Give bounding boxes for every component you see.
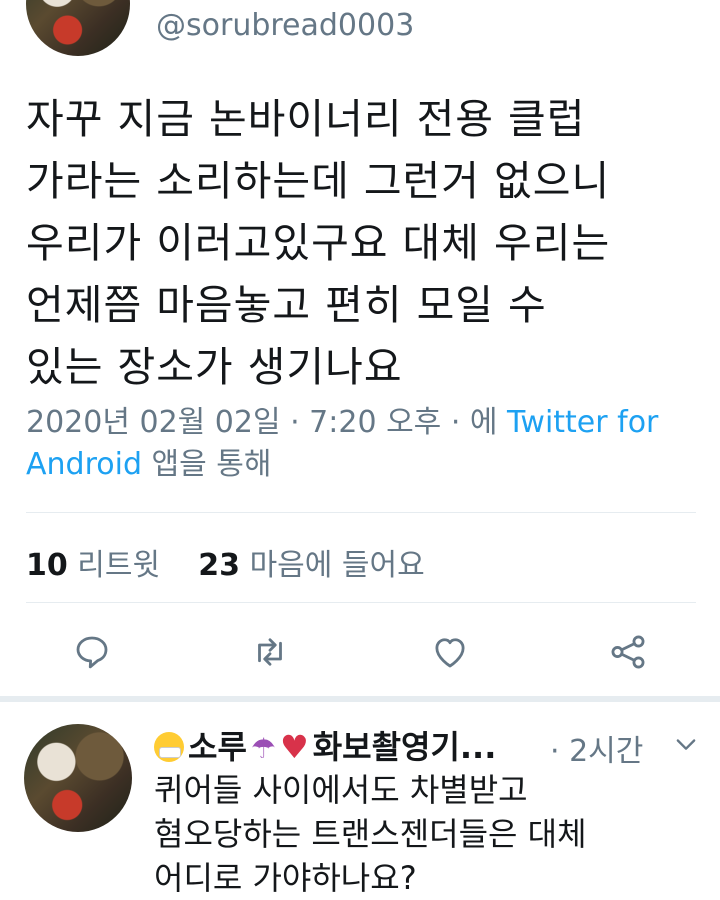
like-stat[interactable]: 23 마음에 들어요 [198,548,424,583]
sparkling-heart-emoji-icon: ♥ [280,728,309,766]
like-count: 23 [198,548,241,583]
author-avatar[interactable] [26,0,130,56]
author-handle[interactable]: @sorubread0003 [156,8,414,43]
reply-text: 퀴어들 사이에서도 차별받고 혐오당하는 트랜스젠더들은 대체 어디로 가야하나… [154,771,587,897]
reply-button[interactable] [68,628,116,676]
reply-name-main: 소루 [188,728,247,766]
retweet-icon [258,638,282,666]
divider [26,512,696,513]
reply-icon [76,636,108,669]
client-suffix: 앱을 통해 [151,447,272,482]
retweet-label: 리트윗 [77,548,161,583]
mask-face-emoji-icon [154,732,184,762]
section-separator [0,696,720,702]
like-label: 마음에 들어요 [249,548,425,583]
share-button[interactable] [604,628,652,676]
tweet-text: 자꾸 지금 논바이너리 전용 클럽 가라는 소리하는데 그런거 없으니 우리가 … [26,95,611,391]
chevron-down-icon[interactable] [672,730,700,758]
reply-time: · 2시간 [550,734,644,769]
retweet-count: 10 [26,548,68,583]
reply-author-name[interactable]: 소루 ☂ ♥ 화보촬영기... [154,722,496,768]
like-button[interactable] [426,628,474,676]
retweet-button[interactable] [246,628,294,676]
umbrella-emoji-icon: ☂ [250,732,276,765]
divider [26,602,696,603]
share-icon [611,635,645,669]
tweet-timestamp: 2020년 02월 02일 · 7:20 오후 · 에 [26,405,498,440]
reply-avatar[interactable] [24,724,132,832]
reply-name-rest: 화보촬영기... [312,728,497,766]
tweet-meta: 2020년 02월 02일 · 7:20 오후 · 에 Twitter for … [26,402,706,486]
heart-icon [435,638,465,668]
tweet-stats: 10 리트윗 23 마음에 들어요 [26,540,425,584]
retweet-stat[interactable]: 10 리트윗 [26,548,160,583]
